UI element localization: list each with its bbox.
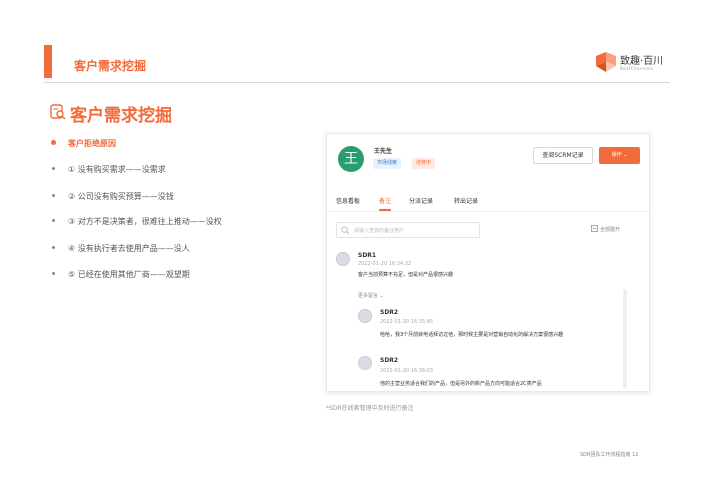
avatar — [336, 252, 350, 266]
logo-mark-icon — [596, 52, 616, 72]
view-scrm-button[interactable]: 查阅SCRM记录 — [533, 147, 593, 164]
tab-transfer-records[interactable]: 转出记录 — [454, 196, 478, 205]
tab-notes[interactable]: 备注 — [379, 196, 391, 205]
note-text: 客户当前预算不充足，但是对产品很感兴趣 — [358, 272, 454, 278]
header-divider — [44, 82, 670, 83]
expand-all-link[interactable]: 全部展开 — [600, 226, 620, 233]
note-author: SDR1 — [358, 252, 377, 259]
header-title: 客户需求挖掘 — [74, 59, 147, 73]
note-time: 2022-01-20 16:34:32 — [358, 261, 412, 267]
note-author: SDR2 — [380, 309, 399, 316]
note-time: 2022-01-20 16:35:45 — [380, 319, 434, 325]
tab-assign-records[interactable]: 分派记录 — [409, 196, 433, 205]
section-title: 客户需求挖掘 — [70, 106, 172, 126]
brand-logo: 致趣·百川 BestChannels — [596, 52, 672, 76]
bullet-icon — [52, 246, 55, 249]
customer-name: 王先生 — [374, 148, 393, 155]
note-author: SDR2 — [380, 357, 399, 364]
note-time: 2022-01-20 16:36:03 — [380, 368, 434, 374]
tab-info-board[interactable]: 信息看板 — [336, 196, 360, 205]
customer-avatar: 王 — [338, 146, 364, 172]
bullet-icon — [52, 219, 55, 222]
bullet-icon — [52, 272, 55, 275]
search-document-icon — [50, 104, 66, 120]
avatar — [358, 356, 372, 370]
notes-search-input[interactable]: 请输入查找的备注用户 — [336, 222, 480, 238]
search-icon — [341, 226, 350, 235]
note-text: 他的主营业务适合我们的产品，但是另外的新产品方向可能适合2C类产品 — [380, 381, 542, 387]
tag-status: 培育中 — [412, 158, 436, 169]
avatar — [358, 309, 372, 323]
active-tab-indicator — [379, 209, 391, 211]
expand-icon — [591, 225, 598, 232]
page-footer: SDR团队工作流程指南 12 — [580, 452, 639, 458]
tag-lead-source: 市场线索 — [373, 158, 402, 169]
logo-text: 致趣·百川 — [620, 56, 664, 67]
search-placeholder: 请输入查找的备注用户 — [354, 228, 405, 234]
logo-subtext: BestChannels — [620, 66, 654, 71]
operation-button[interactable]: 操作 ⌄ — [599, 147, 640, 164]
header-accent-bar — [44, 45, 52, 78]
more-notes-toggle[interactable]: 更多留言 ⌄ — [358, 292, 384, 299]
bullet-icon — [52, 194, 55, 197]
note-text: 哈哈，我3个月前就电话拜访过他，那时候主要是对营销自动化的解决方案很感兴趣 — [380, 332, 564, 338]
tab-bar: 信息看板 备注 分派记录 转出记录 — [327, 192, 649, 212]
crm-screenshot-panel: 王 王先生 市场线索 培育中 查阅SCRM记录 操作 ⌄ 信息看板 备注 分派记… — [326, 133, 650, 392]
bullet-icon — [52, 167, 55, 170]
scrollbar[interactable] — [623, 289, 627, 389]
bullet-icon — [51, 140, 56, 145]
panel-caption: *SDR在线索管理中及时进行备注 — [326, 405, 414, 412]
